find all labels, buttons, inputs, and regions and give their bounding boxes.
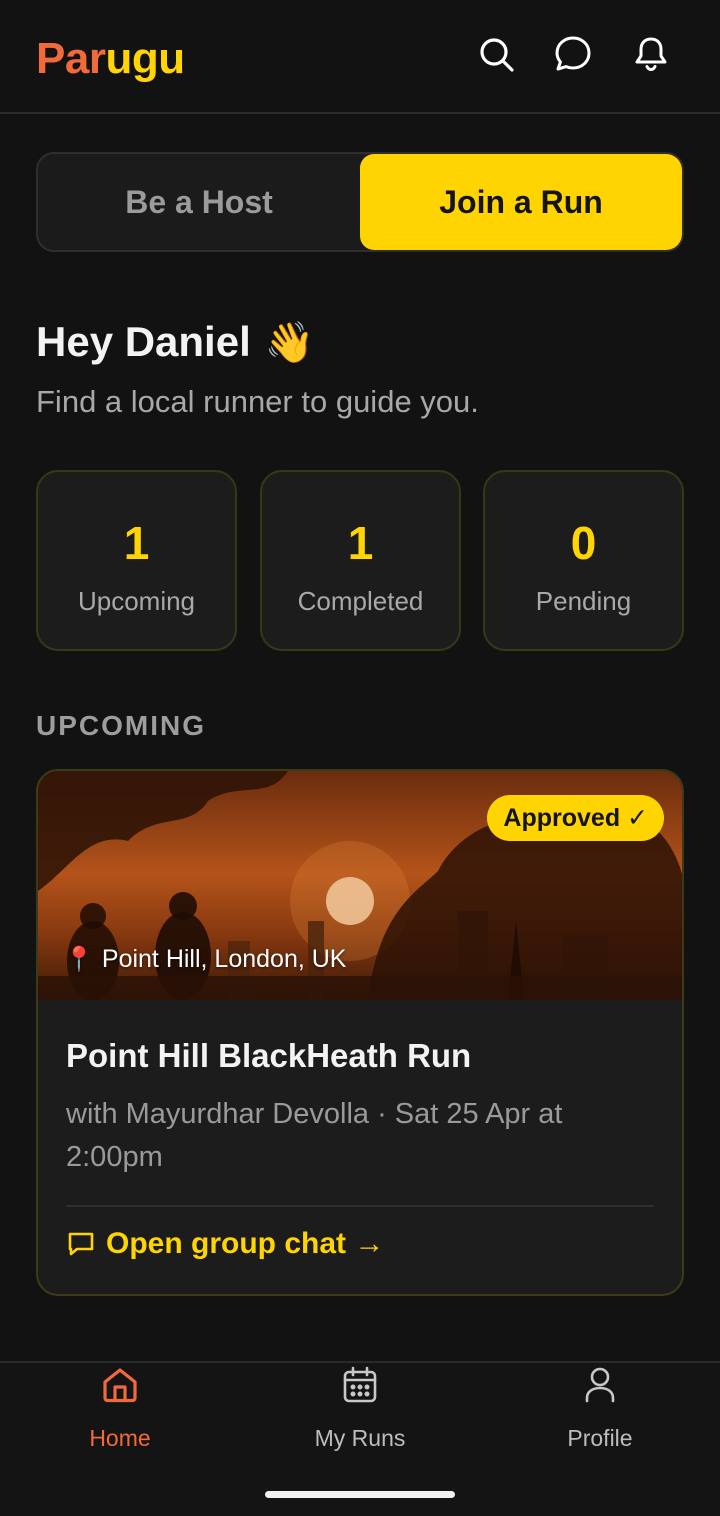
run-location: 📍 Point Hill, London, UK [64,945,346,974]
brand-text-part2: ugu [105,34,185,83]
message-square-icon [68,1232,94,1256]
top-app-bar: Parugu [0,0,720,114]
stat-label: Pending [535,586,632,616]
home-indicator-bar[interactable] [265,1491,455,1498]
be-a-host-tab[interactable]: Be a Host [38,154,360,250]
stat-label: Upcoming [77,586,196,616]
mode-toggle: Be a Host Join a Run [36,152,684,252]
approved-status-badge: Approved ✓ [487,795,664,841]
nav-item-profile[interactable]: Profile [480,1363,720,1452]
stat-value: 0 [570,517,597,569]
run-location-text: Point Hill, London, UK [101,945,347,973]
nav-label: My Runs [314,1425,406,1451]
search-icon[interactable] [476,34,516,74]
stat-value: 1 [347,517,374,569]
run-host-and-time: with Mayurdhar Devolla · Sat 25 Apr at 2… [66,1098,563,1173]
run-title: Point Hill BlackHeath Run [66,1037,472,1074]
greeting-heading: Hey Daniel 👋 [36,318,315,366]
greeting-title: Hey Daniel [36,318,251,365]
upcoming-section-heading: UPCOMING [36,710,206,741]
location-pin-icon: 📍 [64,946,94,973]
waving-hand-emoji: 👋 [264,320,315,365]
card-divider [66,1205,654,1207]
open-group-chat-label: Open group chat → [106,1227,385,1260]
nav-item-home[interactable]: Home [0,1363,240,1452]
stat-label: Completed [297,586,424,616]
stat-value: 1 [123,517,150,569]
nav-item-my-runs[interactable]: My Runs [240,1363,480,1452]
open-group-chat-link[interactable]: Open group chat → [66,1227,384,1261]
greeting-subtitle: Find a local runner to guide you. [36,384,479,419]
run-card[interactable]: Approved ✓ 📍 Point Hill, London, UK Poin… [36,769,684,1296]
nav-label: Profile [567,1425,633,1451]
profile-icon [480,1365,720,1409]
app-screen: Parugu Be a Host Join a Run Hey Daniel 👋… [0,0,720,1516]
brand-logo: Parugu [36,34,185,84]
join-a-run-tab[interactable]: Join a Run [360,154,682,250]
stat-card-completed[interactable]: 1 Completed [260,470,461,651]
brand-text-part1: Par [36,34,106,83]
calendar-icon [240,1365,480,1409]
home-icon [0,1365,240,1409]
run-cover-image: Approved ✓ 📍 Point Hill, London, UK [38,771,682,1000]
stat-card-pending[interactable]: 0 Pending [483,470,684,651]
stat-card-upcoming[interactable]: 1 Upcoming [36,470,237,651]
nav-label: Home [89,1425,151,1451]
chat-bubble-icon[interactable] [553,34,593,74]
bell-icon[interactable] [631,34,671,74]
